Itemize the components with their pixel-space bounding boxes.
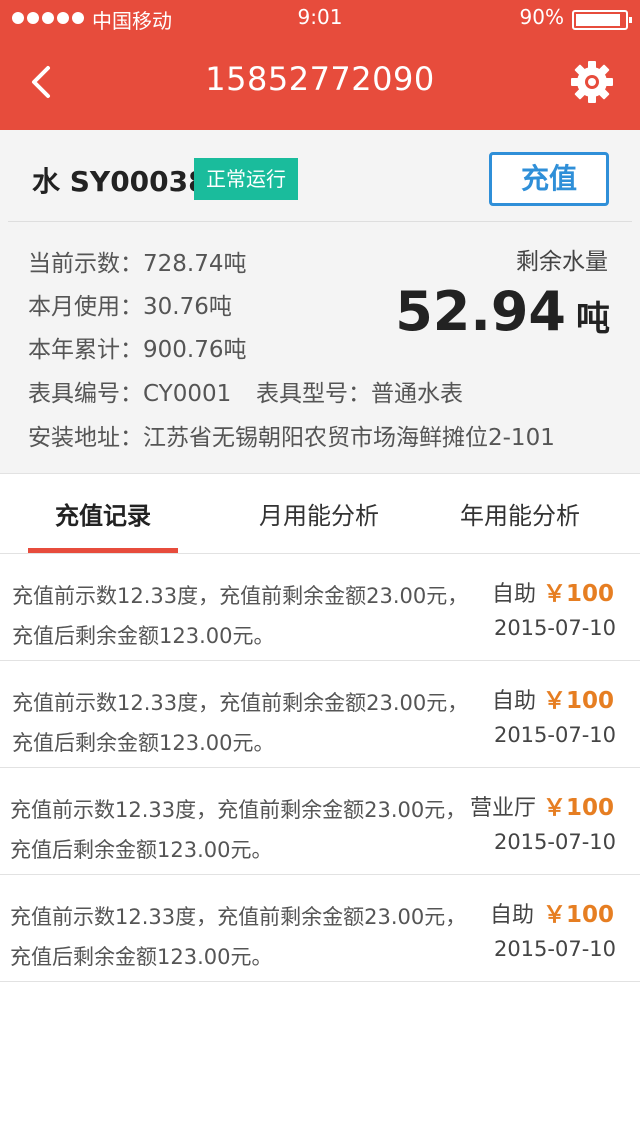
- remaining-label: 剩余水量: [516, 249, 608, 275]
- record-amount: ￥100: [542, 795, 614, 821]
- list-item[interactable]: 充值前示数12.33度，充值前剩余金额23.00元，充值后剩余金额123.00元…: [0, 554, 640, 661]
- status-badge: 正常运行: [194, 158, 298, 200]
- record-amount: ￥100: [542, 902, 614, 928]
- install-address: 安装地址：江苏省无锡朝阳农贸市场海鲜摊位2-101: [28, 425, 555, 451]
- record-channel: 自助: [492, 689, 537, 714]
- record-date: 2015-07-10: [493, 937, 616, 961]
- tab-monthly-analysis[interactable]: 月用能分析: [244, 474, 394, 554]
- page-title: 15852772090: [205, 60, 435, 98]
- list-item[interactable]: 充值前示数12.33度，充值前剩余金额23.00元，充值后剩余金额123.00元…: [0, 661, 640, 768]
- record-channel: 自助: [490, 903, 535, 928]
- record-date: 2015-07-10: [493, 723, 616, 747]
- app-header: 中国移动 9:01 90% 15852772090: [0, 0, 640, 130]
- meter-name: 水 SY00038: [32, 165, 208, 198]
- current-reading: 当前示数：728.74吨: [28, 251, 247, 277]
- record-amount: ￥100: [542, 688, 614, 714]
- tab-yearly-analysis[interactable]: 年用能分析: [440, 474, 600, 554]
- year-total: 本年累计：900.76吨: [28, 337, 247, 363]
- record-date: 2015-07-10: [493, 616, 616, 640]
- list-item[interactable]: 充值前示数12.33度，充值前剩余金额23.00元，充值后剩余金额123.00元…: [0, 875, 640, 982]
- meter-info-panel: 水 SY00038 正常运行 充值 当前示数：728.74吨 本月使用：30.7…: [0, 130, 640, 474]
- battery-icon: [572, 10, 632, 30]
- list-item[interactable]: 充值前示数12.33度，充值前剩余金额23.00元，充值后剩余金额123.00元…: [0, 768, 640, 875]
- meter-type: 表具型号：普通水表: [256, 381, 463, 407]
- meter-number: 表具编号：CY0001: [28, 381, 232, 407]
- recharge-button[interactable]: 充值: [489, 152, 609, 206]
- remaining-amount: 52.94 吨: [395, 280, 610, 343]
- record-description: 充值前示数12.33度，充值前剩余金额23.00元，充值后剩余金额123.00元…: [12, 691, 469, 755]
- record-amount: ￥100: [542, 581, 614, 607]
- record-channel: 自助: [492, 582, 537, 607]
- tab-bar: 充值记录 月用能分析 年用能分析: [0, 474, 640, 554]
- meter-header: 水 SY00038 正常运行 充值: [8, 130, 632, 222]
- month-usage: 本月使用：30.76吨: [28, 294, 232, 320]
- record-channel: 营业厅: [470, 796, 537, 821]
- recharge-record-list: 充值前示数12.33度，充值前剩余金额23.00元，充值后剩余金额123.00元…: [0, 554, 640, 982]
- record-description: 充值前示数12.33度，充值前剩余金额23.00元，充值后剩余金额123.00元…: [12, 584, 469, 648]
- record-description: 充值前示数12.33度，充值前剩余金额23.00元，充值后剩余金额123.00元…: [10, 798, 467, 862]
- record-description: 充值前示数12.33度，充值前剩余金额23.00元，充值后剩余金额123.00元…: [10, 905, 467, 969]
- record-date: 2015-07-10: [493, 830, 616, 854]
- gear-icon[interactable]: [570, 60, 614, 104]
- remaining-value: 52.94: [395, 280, 566, 343]
- remaining-unit: 吨: [576, 299, 610, 339]
- tab-recharge-records[interactable]: 充值记录: [28, 474, 178, 554]
- active-tab-indicator: [28, 548, 178, 553]
- status-bar: 中国移动 9:01 90%: [0, 0, 640, 36]
- battery-percent: 90%: [519, 5, 564, 29]
